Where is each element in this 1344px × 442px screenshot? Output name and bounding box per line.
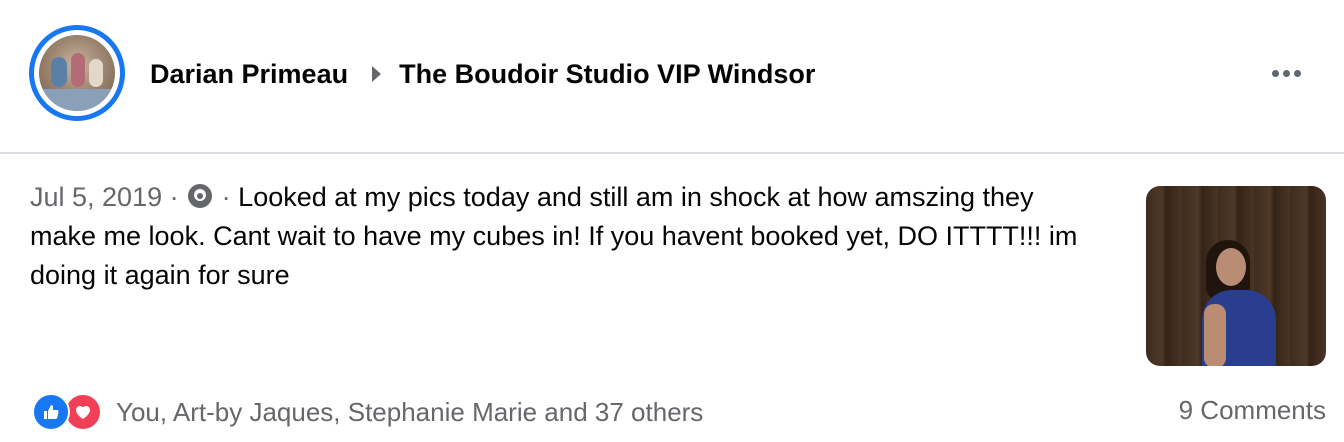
- post-photo-thumbnail[interactable]: [1146, 186, 1326, 366]
- more-options-button[interactable]: [1264, 60, 1308, 86]
- caret-right-icon: [372, 66, 382, 82]
- like-icon: [32, 393, 70, 431]
- dot-icon: [1282, 69, 1290, 77]
- post-title-row: Darian Primeau The Boudoir Studio VIP Wi…: [150, 57, 815, 91]
- comments-count-link[interactable]: 9 Comments: [1179, 395, 1326, 426]
- reactors-text[interactable]: You, Art-by Jaques, Stephanie Marie and …: [116, 397, 703, 428]
- meta-separator: ·: [221, 182, 231, 212]
- author-avatar[interactable]: [29, 25, 125, 121]
- dot-icon: [1293, 69, 1301, 77]
- post-body: Jul 5, 2019 · · Looked at my pics today …: [30, 178, 1090, 295]
- header-divider: [0, 152, 1344, 154]
- avatar-image: [39, 35, 115, 111]
- post-text: Looked at my pics today and still am in …: [30, 182, 1078, 290]
- group-name-link[interactable]: The Boudoir Studio VIP Windsor: [399, 59, 815, 90]
- dot-icon: [1271, 69, 1279, 77]
- meta-separator: ·: [169, 182, 179, 212]
- author-name-link[interactable]: Darian Primeau: [150, 59, 348, 90]
- post-header: Darian Primeau The Boudoir Studio VIP Wi…: [0, 0, 1344, 152]
- post-date-link[interactable]: Jul 5, 2019: [30, 182, 162, 212]
- reactions-summary[interactable]: You, Art-by Jaques, Stephanie Marie and …: [32, 392, 703, 432]
- group-icon: [188, 183, 213, 208]
